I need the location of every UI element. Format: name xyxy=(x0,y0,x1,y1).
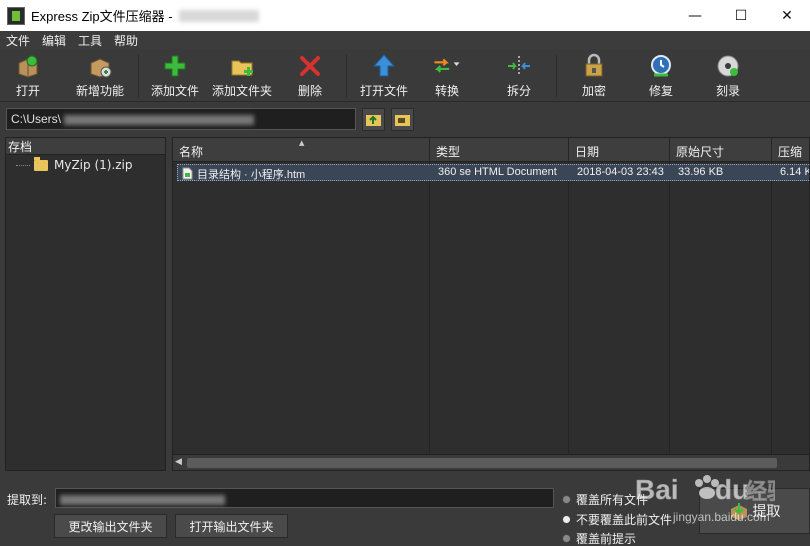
table-row[interactable]: 目录结构 · 小程序.htm 360 se HTML Document 2018… xyxy=(177,164,809,181)
menu-edit[interactable]: 编辑 xyxy=(36,32,72,49)
open-output-folder-button[interactable]: 打开输出文件夹 xyxy=(175,514,288,538)
menu-bar: 文件 编辑 工具 帮助 xyxy=(0,31,810,49)
path-row: C:\Users\ xyxy=(0,102,810,136)
maximize-button[interactable]: ☐ xyxy=(718,0,764,31)
open-button[interactable]: 打开 xyxy=(14,52,42,100)
title-redacted xyxy=(178,9,259,22)
browse-folder-button[interactable] xyxy=(391,108,414,131)
file-type: 360 se HTML Document xyxy=(438,166,557,178)
convert-button[interactable]: 转换 xyxy=(433,52,461,100)
file-list-header: 名称 ▲ 类型 日期 原始尺寸 压缩 xyxy=(173,138,809,162)
scrollbar-thumb[interactable] xyxy=(187,458,777,468)
archive-name: MyZip (1).zip xyxy=(54,158,133,172)
extract-button[interactable]: 提取 xyxy=(699,488,810,534)
app-icon xyxy=(7,6,25,25)
plus-icon xyxy=(161,52,189,80)
scroll-left-icon[interactable]: ◀ xyxy=(175,457,182,467)
radio-dot-selected xyxy=(562,515,571,524)
archive-panel-header: 存档 xyxy=(6,138,165,155)
folder-up-icon xyxy=(366,115,381,126)
archive-panel: 存档 MyZip (1).zip xyxy=(5,137,166,471)
title-bar: Express Zip文件压缩器 - — ☐ ✕ xyxy=(0,0,810,31)
go-up-button[interactable] xyxy=(362,108,385,131)
split-icon xyxy=(505,52,533,80)
extract-icon xyxy=(730,503,747,520)
add-file-button[interactable]: 添加文件 xyxy=(151,52,199,100)
column-compressed[interactable]: 压缩 xyxy=(772,138,809,162)
sort-asc-icon: ▲ xyxy=(299,139,305,147)
minimize-button[interactable]: — xyxy=(672,0,718,31)
column-date[interactable]: 日期 xyxy=(569,138,670,162)
extract-to-label: 提取到: xyxy=(7,493,48,507)
close-button[interactable]: ✕ xyxy=(764,0,810,31)
radio-dot xyxy=(562,534,571,543)
extract-panel: 提取到: 更改输出文件夹 打开输出文件夹 覆盖所有文件 不要覆盖此前文件 覆盖前… xyxy=(0,471,810,546)
radio-no-overwrite[interactable]: 不要覆盖此前文件 xyxy=(562,511,672,528)
archive-tree-item[interactable]: MyZip (1).zip xyxy=(16,156,133,172)
split-button[interactable]: 拆分 xyxy=(505,52,533,100)
open-archive-icon xyxy=(14,52,42,80)
up-arrow-icon xyxy=(370,52,398,80)
radio-prompt-overwrite[interactable]: 覆盖前提示 xyxy=(562,530,636,546)
file-date: 2018-04-03 23:43 xyxy=(577,166,664,178)
repair-clock-icon xyxy=(647,52,675,80)
column-size[interactable]: 原始尺寸 xyxy=(670,138,772,162)
radio-overwrite-all[interactable]: 覆盖所有文件 xyxy=(562,491,648,508)
repair-button[interactable]: 修复 xyxy=(647,52,675,100)
burn-button[interactable]: 刻录 xyxy=(714,52,742,100)
file-compressed: 6.14 KB xyxy=(780,166,809,178)
delete-button[interactable]: 删除 xyxy=(296,52,324,100)
new-features-icon xyxy=(86,52,114,80)
column-type[interactable]: 类型 xyxy=(430,138,569,162)
horizontal-scrollbar[interactable]: ◀ xyxy=(173,454,809,470)
column-name[interactable]: 名称 ▲ xyxy=(173,138,430,162)
file-name: 目录结构 · 小程序.htm xyxy=(197,168,306,181)
new-features-button[interactable]: 新增功能 xyxy=(76,52,124,100)
path-input[interactable]: C:\Users\ xyxy=(6,108,356,130)
radio-dot xyxy=(562,495,571,504)
output-path-redacted xyxy=(60,494,225,505)
file-list: 名称 ▲ 类型 日期 原始尺寸 压缩 目录结构 · 小程序.htm 360 se… xyxy=(172,137,810,471)
lock-icon xyxy=(580,52,608,80)
folder-add-icon xyxy=(228,52,256,80)
window-title: Express Zip文件压缩器 - xyxy=(31,9,173,24)
folder-icon xyxy=(34,156,48,171)
convert-arrows-icon xyxy=(433,52,461,80)
menu-help[interactable]: 帮助 xyxy=(108,32,144,49)
menu-tools[interactable]: 工具 xyxy=(72,32,108,49)
path-redacted xyxy=(64,114,255,125)
open-file-button[interactable]: 打开文件 xyxy=(360,52,408,100)
delete-x-icon xyxy=(296,52,324,80)
path-prefix: C:\Users\ xyxy=(11,112,62,126)
menu-file[interactable]: 文件 xyxy=(0,32,36,49)
encrypt-button[interactable]: 加密 xyxy=(580,52,608,100)
file-size: 33.96 KB xyxy=(678,166,724,178)
toolbar: 打开 新增功能 添加文件 添加文件夹 删除 打开文件 转换 拆分 加密 修复 刻… xyxy=(0,49,810,102)
html-file-icon xyxy=(182,167,193,180)
disc-icon xyxy=(714,52,742,80)
add-folder-button[interactable]: 添加文件夹 xyxy=(212,52,272,100)
change-output-folder-button[interactable]: 更改输出文件夹 xyxy=(54,514,167,538)
folder-browse-icon xyxy=(395,115,410,126)
output-path-input[interactable] xyxy=(55,488,554,508)
